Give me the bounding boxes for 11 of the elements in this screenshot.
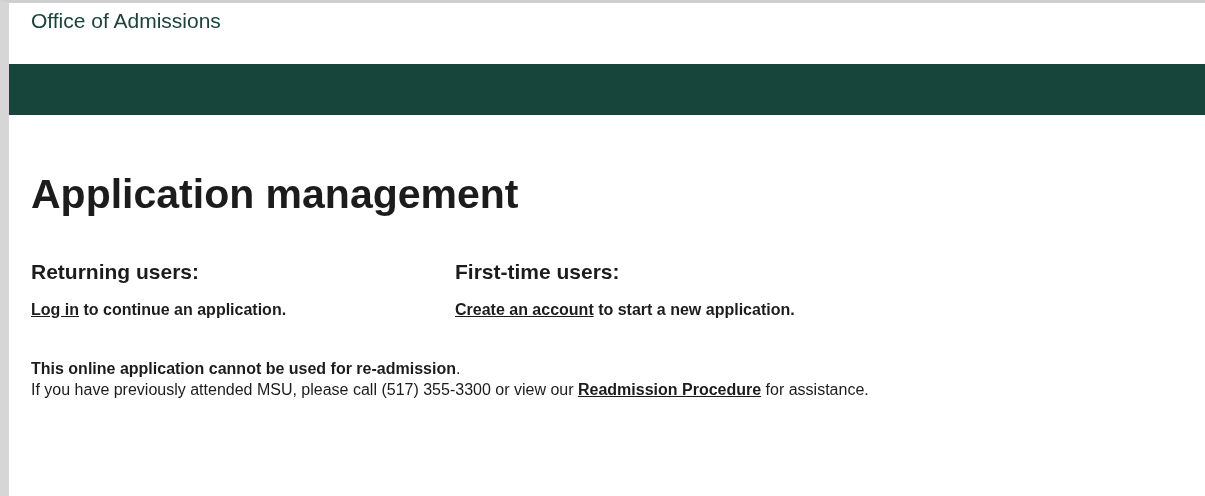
section-heading: Returning users: (31, 260, 200, 284)
page-title: Application management (31, 171, 519, 218)
instruction-text: Log in to continue an application. (31, 300, 287, 320)
link[interactable]: Log in (31, 301, 79, 318)
instruction-text: Create an account to start a new application. (455, 300, 795, 320)
link[interactable]: Readmission Procedure (577, 381, 762, 398)
site-title: Office of Admissions (31, 9, 221, 33)
section-heading: First-time users: (455, 260, 620, 284)
assistance-text: If you have previously attended MSU, please call (517) 355-3300 or view our Readmission Procedure for assistance. (31, 380, 869, 400)
link[interactable]: Create an account (455, 301, 594, 318)
notice-text: This online application cannot be used for re-admission. (31, 359, 461, 379)
